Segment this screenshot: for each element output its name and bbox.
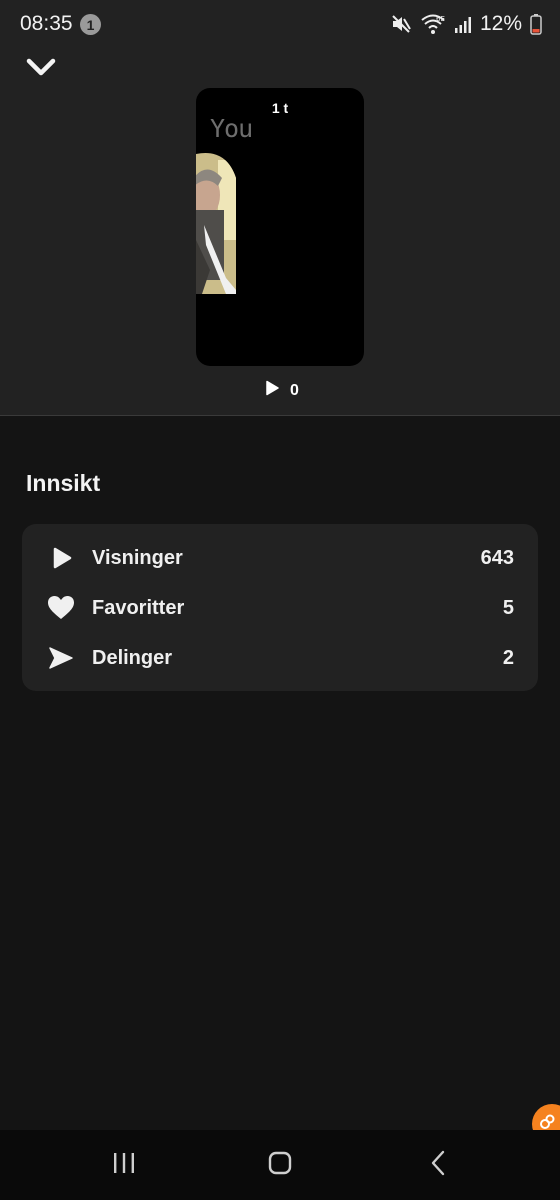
chevron-down-icon	[25, 56, 57, 83]
send-icon	[46, 643, 76, 673]
insights-title: Innsikt	[26, 470, 101, 496]
signal-icon	[454, 14, 472, 34]
stat-row-favorites: Favoritter 5	[22, 583, 538, 633]
story-photo	[196, 153, 236, 294]
stat-label: Visninger	[92, 546, 183, 569]
status-time: 08:35	[20, 12, 73, 35]
story-overlay-text: You	[210, 114, 253, 143]
stat-row-shares: Delinger 2	[22, 633, 538, 683]
story-preview-section: 1 t You 0	[0, 46, 560, 416]
battery-percent: 12%	[479, 12, 522, 35]
notification-count-badge: 1	[80, 14, 101, 35]
story-views-count: 0	[290, 381, 299, 399]
home-icon	[267, 1150, 293, 1181]
back-icon	[428, 1150, 448, 1181]
battery-low-icon	[530, 13, 542, 35]
stat-value: 5	[502, 596, 514, 619]
stat-value: 643	[480, 546, 514, 569]
status-icons: 6E 12%	[390, 12, 542, 36]
story-thumbnail[interactable]: 1 t You	[196, 88, 364, 366]
play-icon	[264, 380, 280, 401]
back-button[interactable]	[418, 1150, 458, 1180]
insights-card: Visninger 643 Favoritter 5 Delinger 2	[22, 524, 538, 691]
play-icon	[46, 543, 76, 573]
story-views: 0	[264, 380, 299, 401]
heart-icon	[46, 593, 76, 623]
status-bar: 08:35 1 6E 12%	[0, 0, 560, 46]
svg-text:6E: 6E	[436, 15, 445, 23]
mute-icon	[390, 13, 412, 35]
stat-label: Favoritter	[92, 596, 185, 619]
recent-apps-icon	[111, 1151, 137, 1180]
stat-value: 2	[502, 646, 514, 669]
wifi-6e-icon: 6E	[420, 13, 446, 35]
recent-apps-button[interactable]	[104, 1150, 144, 1180]
system-navigation-bar	[0, 1130, 560, 1200]
stat-row-views: Visninger 643	[22, 533, 538, 583]
home-button[interactable]	[260, 1150, 300, 1180]
collapse-button[interactable]	[24, 54, 58, 84]
stat-label: Delinger	[92, 646, 173, 669]
